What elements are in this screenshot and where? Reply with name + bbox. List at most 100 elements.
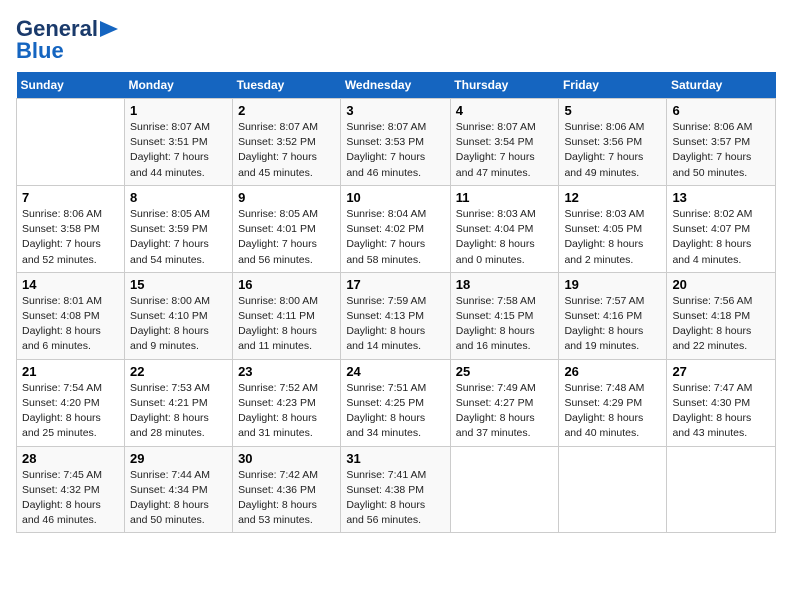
page-header: General Blue — [16, 16, 776, 64]
day-number: 1 — [130, 103, 227, 118]
col-header-tuesday: Tuesday — [233, 72, 341, 99]
cell-week4-day5: 25 Sunrise: 7:49 AMSunset: 4:27 PMDayligh… — [450, 359, 559, 446]
day-info: Sunrise: 8:03 AMSunset: 4:04 PMDaylight:… — [456, 207, 554, 268]
day-number: 18 — [456, 277, 554, 292]
day-number: 24 — [346, 364, 444, 379]
day-number: 31 — [346, 451, 444, 466]
day-number: 27 — [672, 364, 770, 379]
cell-week2-day5: 11 Sunrise: 8:03 AMSunset: 4:04 PMDayligh… — [450, 185, 559, 272]
day-number: 22 — [130, 364, 227, 379]
day-info: Sunrise: 8:04 AMSunset: 4:02 PMDaylight:… — [346, 207, 444, 268]
cell-week2-day4: 10 Sunrise: 8:04 AMSunset: 4:02 PMDayligh… — [341, 185, 450, 272]
cell-week5-day6 — [559, 446, 667, 533]
day-number: 12 — [564, 190, 661, 205]
cell-week3-day1: 14 Sunrise: 8:01 AMSunset: 4:08 PMDayligh… — [17, 272, 125, 359]
cell-week5-day5 — [450, 446, 559, 533]
cell-week4-day7: 27Sunrise: 7:47 AMSunset: 4:30 PMDayligh… — [667, 359, 776, 446]
cell-week3-day3: 16 Sunrise: 8:00 AMSunset: 4:11 PMDayligh… — [233, 272, 341, 359]
day-number: 10 — [346, 190, 444, 205]
cell-week2-day1: 7 Sunrise: 8:06 AMSunset: 3:58 PMDaylight… — [17, 185, 125, 272]
cell-week4-day4: 24 Sunrise: 7:51 AMSunset: 4:25 PMDayligh… — [341, 359, 450, 446]
cell-week5-day4: 31 Sunrise: 7:41 AMSunset: 4:38 PMDayligh… — [341, 446, 450, 533]
cell-week4-day3: 23Sunrise: 7:52 AMSunset: 4:23 PMDayligh… — [233, 359, 341, 446]
cell-week2-day3: 9 Sunrise: 8:05 AMSunset: 4:01 PMDaylight… — [233, 185, 341, 272]
day-info: Sunrise: 8:07 AMSunset: 3:52 PMDaylight:… — [238, 120, 335, 181]
day-info: Sunrise: 7:58 AMSunset: 4:15 PMDaylight:… — [456, 294, 554, 355]
day-number: 7 — [22, 190, 119, 205]
day-number: 8 — [130, 190, 227, 205]
day-info: Sunrise: 8:01 AMSunset: 4:08 PMDaylight:… — [22, 294, 119, 355]
day-info: Sunrise: 8:02 AMSunset: 4:07 PMDaylight:… — [672, 207, 770, 268]
col-header-wednesday: Wednesday — [341, 72, 450, 99]
day-number: 15 — [130, 277, 227, 292]
cell-week4-day2: 22 Sunrise: 7:53 AMSunset: 4:21 PMDayligh… — [124, 359, 232, 446]
day-info: Sunrise: 8:06 AMSunset: 3:56 PMDaylight:… — [564, 120, 661, 181]
col-header-saturday: Saturday — [667, 72, 776, 99]
cell-week3-day2: 15 Sunrise: 8:00 AMSunset: 4:10 PMDayligh… — [124, 272, 232, 359]
day-number: 9 — [238, 190, 335, 205]
cell-week3-day6: 19 Sunrise: 7:57 AMSunset: 4:16 PMDayligh… — [559, 272, 667, 359]
day-info: Sunrise: 8:06 AMSunset: 3:58 PMDaylight:… — [22, 207, 119, 268]
cell-week3-day4: 17 Sunrise: 7:59 AMSunset: 4:13 PMDayligh… — [341, 272, 450, 359]
week-row-5: 28 Sunrise: 7:45 AMSunset: 4:32 PMDayligh… — [17, 446, 776, 533]
week-row-1: 1 Sunrise: 8:07 AMSunset: 3:51 PMDaylight… — [17, 99, 776, 186]
col-header-friday: Friday — [559, 72, 667, 99]
day-info: Sunrise: 7:48 AMSunset: 4:29 PMDaylight:… — [564, 381, 661, 442]
day-number: 2 — [238, 103, 335, 118]
day-number: 28 — [22, 451, 119, 466]
day-number: 29 — [130, 451, 227, 466]
cell-week3-day7: 20Sunrise: 7:56 AMSunset: 4:18 PMDayligh… — [667, 272, 776, 359]
day-number: 5 — [564, 103, 661, 118]
day-info: Sunrise: 7:57 AMSunset: 4:16 PMDaylight:… — [564, 294, 661, 355]
day-info: Sunrise: 8:00 AMSunset: 4:11 PMDaylight:… — [238, 294, 335, 355]
day-info: Sunrise: 7:49 AMSunset: 4:27 PMDaylight:… — [456, 381, 554, 442]
day-info: Sunrise: 7:44 AMSunset: 4:34 PMDaylight:… — [130, 468, 227, 529]
day-number: 14 — [22, 277, 119, 292]
calendar-table: SundayMondayTuesdayWednesdayThursdayFrid… — [16, 72, 776, 533]
day-info: Sunrise: 7:51 AMSunset: 4:25 PMDaylight:… — [346, 381, 444, 442]
week-row-4: 21 Sunrise: 7:54 AMSunset: 4:20 PMDayligh… — [17, 359, 776, 446]
day-info: Sunrise: 8:05 AMSunset: 3:59 PMDaylight:… — [130, 207, 227, 268]
day-number: 19 — [564, 277, 661, 292]
day-number: 25 — [456, 364, 554, 379]
week-row-2: 7 Sunrise: 8:06 AMSunset: 3:58 PMDaylight… — [17, 185, 776, 272]
day-number: 4 — [456, 103, 554, 118]
day-number: 11 — [456, 190, 554, 205]
cell-week5-day1: 28 Sunrise: 7:45 AMSunset: 4:32 PMDayligh… — [17, 446, 125, 533]
day-info: Sunrise: 7:52 AMSunset: 4:23 PMDaylight:… — [238, 381, 335, 442]
day-info: Sunrise: 7:56 AMSunset: 4:18 PMDaylight:… — [672, 294, 770, 355]
logo: General Blue — [16, 16, 122, 64]
cell-week5-day3: 30 Sunrise: 7:42 AMSunset: 4:36 PMDayligh… — [233, 446, 341, 533]
day-info: Sunrise: 7:45 AMSunset: 4:32 PMDaylight:… — [22, 468, 119, 529]
cell-week1-day1 — [17, 99, 125, 186]
day-info: Sunrise: 8:07 AMSunset: 3:51 PMDaylight:… — [130, 120, 227, 181]
day-number: 26 — [564, 364, 661, 379]
day-number: 21 — [22, 364, 119, 379]
cell-week2-day2: 8 Sunrise: 8:05 AMSunset: 3:59 PMDaylight… — [124, 185, 232, 272]
week-row-3: 14 Sunrise: 8:01 AMSunset: 4:08 PMDayligh… — [17, 272, 776, 359]
day-info: Sunrise: 8:07 AMSunset: 3:53 PMDaylight:… — [346, 120, 444, 181]
day-number: 17 — [346, 277, 444, 292]
day-info: Sunrise: 8:00 AMSunset: 4:10 PMDaylight:… — [130, 294, 227, 355]
cell-week1-day4: 3 Sunrise: 8:07 AMSunset: 3:53 PMDaylight… — [341, 99, 450, 186]
day-info: Sunrise: 7:41 AMSunset: 4:38 PMDaylight:… — [346, 468, 444, 529]
day-info: Sunrise: 7:42 AMSunset: 4:36 PMDaylight:… — [238, 468, 335, 529]
col-header-thursday: Thursday — [450, 72, 559, 99]
cell-week4-day6: 26 Sunrise: 7:48 AMSunset: 4:29 PMDayligh… — [559, 359, 667, 446]
day-info: Sunrise: 8:05 AMSunset: 4:01 PMDaylight:… — [238, 207, 335, 268]
cell-week2-day7: 13Sunrise: 8:02 AMSunset: 4:07 PMDayligh… — [667, 185, 776, 272]
logo-blue: Blue — [16, 38, 64, 64]
day-number: 16 — [238, 277, 335, 292]
day-info: Sunrise: 7:59 AMSunset: 4:13 PMDaylight:… — [346, 294, 444, 355]
day-number: 3 — [346, 103, 444, 118]
cell-week1-day5: 4Sunrise: 8:07 AMSunset: 3:54 PMDaylight… — [450, 99, 559, 186]
logo-arrow-icon — [100, 19, 122, 39]
day-info: Sunrise: 8:03 AMSunset: 4:05 PMDaylight:… — [564, 207, 661, 268]
col-header-sunday: Sunday — [17, 72, 125, 99]
day-number: 30 — [238, 451, 335, 466]
day-info: Sunrise: 7:53 AMSunset: 4:21 PMDaylight:… — [130, 381, 227, 442]
cell-week1-day2: 1 Sunrise: 8:07 AMSunset: 3:51 PMDaylight… — [124, 99, 232, 186]
cell-week5-day7 — [667, 446, 776, 533]
cell-week1-day7: 6Sunrise: 8:06 AMSunset: 3:57 PMDaylight… — [667, 99, 776, 186]
day-info: Sunrise: 7:54 AMSunset: 4:20 PMDaylight:… — [22, 381, 119, 442]
